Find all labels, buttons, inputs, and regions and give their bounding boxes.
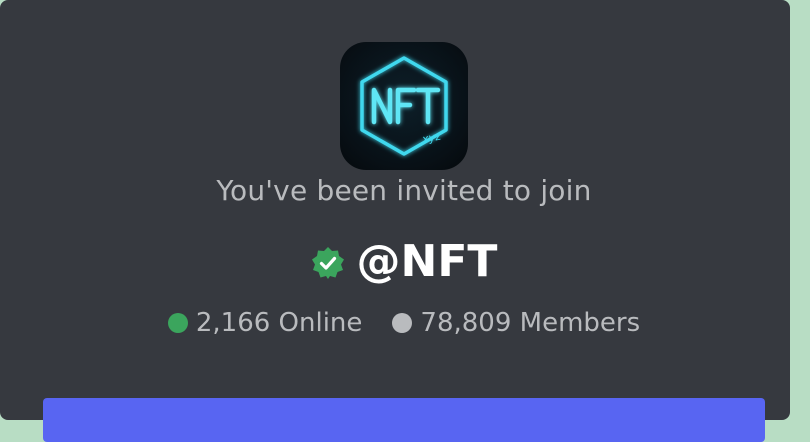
invite-subtitle: You've been invited to join	[216, 174, 592, 207]
invite-card: xyz You've been invited to join @NFT 2,1…	[0, 0, 790, 442]
server-icon: xyz	[340, 42, 468, 170]
server-stats: 2,166 Online 78,809 Members	[0, 308, 808, 338]
accept-invite-button[interactable]	[43, 398, 765, 442]
server-title-row: @NFT	[0, 234, 808, 290]
nft-logo-icon: xyz	[360, 56, 448, 156]
verified-badge-icon	[311, 247, 344, 279]
members-status-dot	[392, 313, 413, 333]
svg-text:xyz: xyz	[420, 129, 442, 146]
online-count: 2,166 Online	[195, 308, 363, 338]
online-status-dot	[167, 313, 188, 333]
members-stat: 78,809 Members	[392, 308, 640, 338]
server-name: @NFT	[356, 236, 498, 287]
online-stat: 2,166 Online	[167, 308, 363, 338]
member-count: 78,809 Members	[420, 308, 641, 338]
